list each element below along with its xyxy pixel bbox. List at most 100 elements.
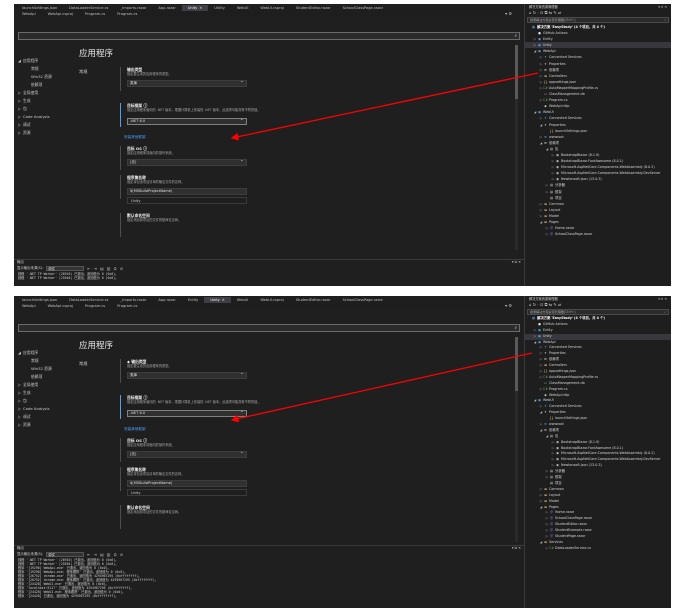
nav-item[interactable]: ▷ 包: [18, 105, 78, 113]
nav-item[interactable]: ◢ 应用程序: [18, 349, 78, 357]
tree-item-label: wwwroot: [548, 134, 564, 139]
properties-search-input[interactable]: ⌕: [18, 324, 520, 332]
tab-unity[interactable]: Unity ✕: [204, 297, 231, 303]
nav-item[interactable]: ▷ 资源: [18, 129, 78, 137]
solution-explorer-title: 解决方案资源管理器 ▾ ⊓ ✕: [525, 4, 671, 10]
scrollbar-thumb[interactable]: [515, 337, 518, 391]
target-os-dropdown[interactable]: (无): [127, 159, 247, 166]
toolbar-icon[interactable]: ⇤: [87, 551, 90, 558]
tree-item-label: Unity: [542, 333, 552, 338]
tree-item-label: Properties: [548, 122, 566, 127]
tab-unity[interactable]: Unity ✕: [181, 5, 209, 11]
output-source-dropdown[interactable]: 调试: [46, 266, 85, 271]
nav-item[interactable]: Win32 资源: [18, 73, 78, 81]
nav-item[interactable]: 常规: [18, 65, 78, 73]
tab-entity[interactable]: Entity: [182, 297, 205, 303]
tab-schoolclasspage-razor[interactable]: SchoolClassPage.razor: [337, 297, 389, 303]
tree-item-label: Controllers: [548, 73, 567, 78]
target-framework-dropdown[interactable]: .NET 6.0: [127, 118, 247, 125]
assembly-name-input[interactable]: $(MSBuildProjectName): [127, 480, 247, 487]
nav-item[interactable]: ▷ 调试: [18, 413, 78, 421]
tab-webui[interactable]: WebUI: [231, 5, 255, 11]
toolbar-icon[interactable]: ⛭: [114, 551, 117, 558]
project-properties-page: ⌕ ◢ 应用程序 常规 Win32 资源 依赖项 ▷ 全局使用 ▷ 生成 ▷ 包 ▷ Code Anal…: [14, 17, 524, 259]
target-os-dropdown[interactable]: (无): [127, 451, 247, 458]
toolbar-icon[interactable]: ⊘: [120, 265, 123, 272]
nav-item[interactable]: 依赖项: [18, 373, 78, 381]
tab-label: Program.cs: [85, 12, 106, 16]
target-framework-dropdown[interactable]: .NET 6.0: [127, 410, 247, 417]
nav-item[interactable]: ▷ 全局使用: [18, 89, 78, 97]
toolbar-icon[interactable]: ▤: [100, 551, 104, 558]
output-pane-title: 输出 ▾ ⧉ ✕: [14, 546, 524, 551]
nav-item[interactable]: ▷ Code Analysis: [18, 405, 78, 413]
toolbar-icon[interactable]: ⛭: [114, 265, 117, 272]
default-namespace-description: 指定添加到项目的文件的基命名空间。: [127, 218, 182, 222]
properties-scrollbar[interactable]: [515, 45, 518, 250]
tree-item-label: SchoolClassPage.razor: [554, 232, 593, 237]
search-icon: ⌕: [514, 34, 517, 39]
solution-explorer-controls[interactable]: ▾ ⊓ ✕: [658, 296, 667, 302]
toolbar-icon[interactable]: ⊘: [120, 551, 123, 558]
tree-item[interactable]: ▷C# DataLoaderService.cs: [525, 546, 671, 552]
nav-item[interactable]: ▷ 全局使用: [18, 381, 78, 389]
nav-item-label: Code Analysis: [23, 406, 50, 411]
tree-item-label: launchSettings.json: [554, 416, 588, 421]
output-pane-controls[interactable]: ▾ ⧉ ✕: [512, 260, 521, 265]
tab-webui-csproj[interactable]: WebUI.csproj: [254, 5, 289, 11]
toolbar-icon[interactable]: ▥: [107, 551, 111, 558]
nav-item[interactable]: ▷ 资源: [18, 421, 78, 429]
solution-explorer-toolbar[interactable]: ⌂ ↻ · ⊡ ⧉ ⇆ ✎ ⇌: [525, 302, 671, 308]
toolbar-icon[interactable]: ▤: [100, 265, 104, 272]
output-type-dropdown[interactable]: 类库: [127, 372, 247, 379]
nav-item-label: 全局使用: [23, 382, 39, 387]
toolbar-icon[interactable]: ⇤: [87, 265, 90, 272]
tab-overflow-controls[interactable]: ▾ ⚙: [505, 303, 512, 308]
close-icon[interactable]: ✕: [222, 298, 225, 302]
toolbar-icon[interactable]: ▥: [107, 265, 111, 272]
nav-item[interactable]: Win32 资源: [18, 365, 78, 373]
tab-label: Unity: [210, 298, 220, 302]
tab-app-razor[interactable]: App.razor: [152, 5, 181, 11]
output-source-dropdown[interactable]: 调试: [46, 552, 85, 557]
tree-item-label: Connected Services: [548, 345, 582, 350]
nav-item[interactable]: ▷ 生成: [18, 97, 78, 105]
tab-studenteditor-razor[interactable]: StudentEditor.razor: [290, 297, 337, 303]
close-icon[interactable]: ✕: [199, 6, 202, 10]
nav-item[interactable]: 常规: [18, 357, 78, 365]
tab-webui-csproj[interactable]: WebUI.csproj: [254, 297, 289, 303]
tab-schoolclasspage-razor[interactable]: SchoolClassPage.razor: [337, 5, 389, 11]
nav-item[interactable]: ◢ 应用程序: [18, 57, 78, 65]
tab-app-razor[interactable]: App.razor: [152, 297, 181, 303]
install-framework-link[interactable]: 安装其他框架: [124, 426, 244, 432]
solution-search-input[interactable]: 搜索解决方案资源管理器(Ctrl+;) ⌕: [527, 309, 669, 315]
nav-item[interactable]: ▷ 调试: [18, 121, 78, 129]
nav-item[interactable]: ▷ Code Analysis: [18, 113, 78, 121]
section-title: 常规: [79, 361, 88, 366]
solution-search-placeholder: 搜索解决方案资源管理器(Ctrl+;): [530, 310, 576, 314]
properties-scrollbar[interactable]: [515, 337, 518, 542]
output-pane-controls[interactable]: ▾ ⧉ ✕: [512, 546, 521, 551]
solution-search-input[interactable]: 搜索解决方案资源管理器(Ctrl+;) ⌕: [527, 17, 669, 23]
nav-item[interactable]: ▷ 生成: [18, 389, 78, 397]
tab-overflow-controls[interactable]: ▾ ⚙: [505, 11, 512, 16]
assembly-name-input[interactable]: $(MSBuildProjectName): [127, 188, 247, 195]
nav-item[interactable]: 依赖项: [18, 81, 78, 89]
nav-item[interactable]: ▷ 包: [18, 397, 78, 405]
tree-item-label: BootstrapBlazor.FontAwesome (8.0.1): [560, 159, 624, 164]
properties-search-input[interactable]: ⌕: [18, 32, 520, 40]
install-framework-link[interactable]: 安装其他框架: [124, 134, 244, 140]
tab-studenteditor-razor[interactable]: StudentEditor.razor: [290, 5, 337, 11]
scrollbar-thumb[interactable]: [515, 45, 518, 99]
tree-item-label: AutoMapperMappingProfile.cs: [548, 85, 599, 90]
tab-label: SchoolClassPage.razor: [342, 6, 384, 10]
tab-utility[interactable]: Utility: [208, 5, 231, 11]
output-type-dropdown[interactable]: 类库: [127, 80, 247, 87]
tree-item[interactable]: ▷ @ SchoolClassPage.razor: [525, 231, 671, 237]
solution-explorer-toolbar[interactable]: ⌂ ↻ · ⊡ ⧉ ⇆ ✎ ⇌: [525, 10, 671, 16]
toolbar-icon[interactable]: ⇥: [94, 551, 97, 558]
toolbar-icon[interactable]: ⇥: [94, 265, 97, 272]
solution-explorer-controls[interactable]: ▾ ⊓ ✕: [658, 4, 667, 10]
tab-webui[interactable]: WebUI: [231, 297, 255, 303]
tree-item-label: GitHub Actions: [542, 31, 568, 36]
